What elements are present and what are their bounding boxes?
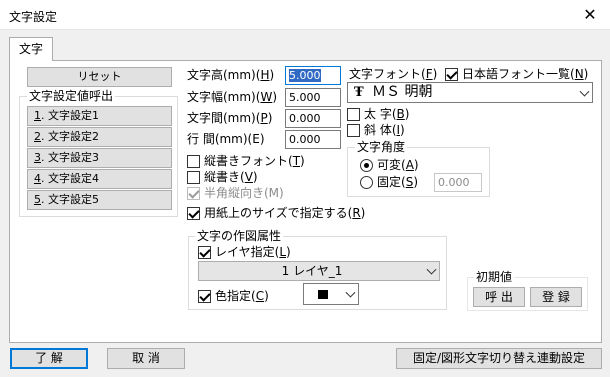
font-select[interactable]: Ŧ ＭＳ 明朝: [347, 82, 593, 103]
width-label: 文字幅(mm)(W): [187, 90, 277, 104]
tab-moji[interactable]: 文字: [9, 37, 53, 61]
vertical-font-box[interactable]: [187, 154, 200, 168]
title-bar: [0, 0, 610, 30]
preset-button-4[interactable]: 4. 文字設定4: [27, 169, 172, 189]
layer-select[interactable]: 1 レイヤ_1: [198, 261, 440, 281]
layer-box[interactable]: [198, 245, 211, 259]
color-select[interactable]: [303, 283, 359, 305]
font-label: 文字フォント(F): [349, 67, 438, 81]
halfwidth-box: [187, 186, 200, 200]
color-swatch: [318, 290, 328, 299]
font-select-value: ＭＳ 明朝: [372, 84, 433, 100]
truetype-font-icon: Ŧ: [354, 85, 364, 100]
load-button[interactable]: 呼 出: [473, 287, 525, 307]
window-title: 文字設定: [9, 10, 58, 24]
spacing-input[interactable]: 0.000: [285, 109, 341, 128]
angle-fixed-radio[interactable]: 固定(S): [360, 174, 418, 190]
angle-variable-dot[interactable]: [360, 158, 373, 172]
reset-button[interactable]: リセット: [27, 67, 172, 87]
bold-checkbox[interactable]: 太 字(B): [347, 106, 409, 122]
preset-button-2[interactable]: 2. 文字設定2: [27, 127, 172, 147]
paper-size-checkbox[interactable]: 用紙上のサイズで指定する(R): [187, 205, 365, 221]
preset-group-label: 文字設定値呼出: [27, 89, 116, 103]
width-input[interactable]: 5.000: [285, 88, 341, 107]
vertical-checkbox[interactable]: 縦書き(V): [187, 169, 258, 185]
layer-checkbox[interactable]: レイヤ指定(L): [198, 244, 291, 260]
italic-box[interactable]: [347, 123, 360, 137]
ok-button[interactable]: 了 解: [10, 348, 88, 369]
spacing-label: 文字間(mm)(P): [187, 111, 273, 125]
vertical-font-checkbox[interactable]: 縦書きフォント(T): [187, 153, 305, 169]
cancel-button[interactable]: 取 消: [107, 348, 185, 369]
line-spacing-label: 行 間(mm)(E): [187, 132, 265, 146]
height-input[interactable]: 5.000: [285, 66, 341, 85]
angle-group-label: 文字角度: [355, 140, 408, 154]
halfwidth-checkbox: 半角縦向き(M): [187, 185, 284, 201]
chevron-down-icon: [426, 264, 437, 275]
fixed-figure-link-button[interactable]: 固定/図形文字切り替え連動設定: [396, 348, 602, 369]
initial-group-label: 初期値: [474, 269, 515, 285]
color-box[interactable]: [198, 289, 211, 303]
jp-font-list-box[interactable]: [445, 67, 458, 81]
layer-select-value: 1 レイヤ_1: [281, 264, 343, 278]
preset-button-1[interactable]: 1. 文字設定1: [27, 106, 172, 126]
color-checkbox[interactable]: 色指定(C): [198, 288, 269, 304]
paper-size-box[interactable]: [187, 206, 200, 220]
chevron-down-icon: [579, 86, 590, 97]
line-spacing-input[interactable]: 0.000: [285, 130, 341, 149]
vertical-box[interactable]: [187, 170, 200, 184]
height-label: 文字高(mm)(H): [187, 68, 275, 82]
angle-value-input[interactable]: 0.000: [434, 173, 482, 192]
bold-box[interactable]: [347, 107, 360, 121]
draw-attr-group-label: 文字の作図属性: [195, 229, 284, 243]
italic-checkbox[interactable]: 斜 体(I): [347, 122, 405, 138]
chevron-down-icon: [345, 287, 356, 298]
preset-button-5[interactable]: 5. 文字設定5: [27, 190, 172, 210]
jp-font-list-checkbox[interactable]: 日本語フォント一覧(N): [445, 66, 588, 82]
close-icon[interactable]: ✕: [575, 3, 605, 27]
register-button[interactable]: 登 録: [530, 287, 582, 307]
angle-fixed-dot[interactable]: [360, 175, 373, 189]
angle-variable-radio[interactable]: 可変(A): [360, 157, 419, 173]
preset-button-3[interactable]: 3. 文字設定3: [27, 148, 172, 168]
